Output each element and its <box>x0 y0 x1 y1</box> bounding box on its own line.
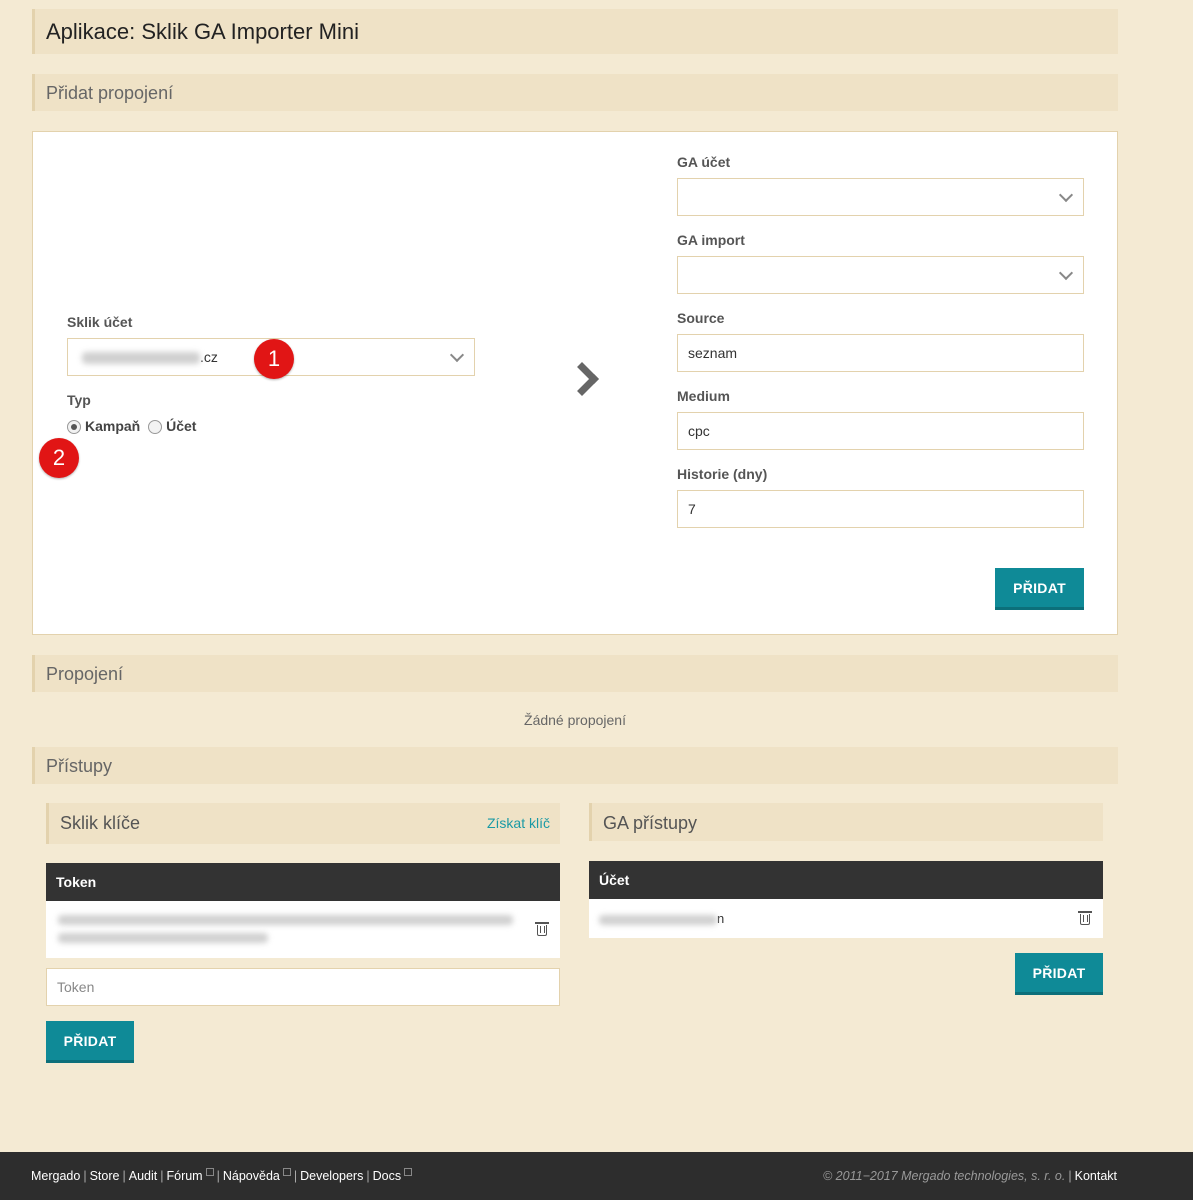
add-connection-title: Přidat propojení <box>46 83 174 103</box>
type-radio-campaign[interactable] <box>67 420 81 435</box>
sklik-account-suffix: .cz <box>200 349 218 365</box>
annotation-badge-1: 1 <box>254 339 294 379</box>
type-label: Typ <box>67 392 91 408</box>
app-title-bar: Aplikace: Sklik GA Importer Mini <box>32 9 1118 54</box>
ga-import-select[interactable] <box>677 256 1084 294</box>
connections-section-header: Propojení <box>32 655 1118 692</box>
history-days-input[interactable]: 7 <box>677 490 1084 528</box>
account-column-header: Účet <box>599 872 630 888</box>
chevron-down-icon <box>1058 265 1074 281</box>
add-connection-section-header: Přidat propojení <box>32 74 1118 111</box>
footer-link-docs[interactable]: Docs <box>373 1169 401 1183</box>
connections-title: Propojení <box>46 664 124 684</box>
ga-account-blurred-email <box>599 914 717 925</box>
type-radio-group: Kampaň Účet <box>67 418 197 435</box>
history-days-label: Historie (dny) <box>677 466 768 482</box>
sklik-keys-header: Sklik klíče Získat klíč <box>46 803 560 844</box>
token-input[interactable]: Token <box>46 968 560 1006</box>
sklik-keys-title: Sklik klíče <box>60 813 141 833</box>
footer-link-forum[interactable]: Fórum <box>166 1169 202 1183</box>
footer-right: © 2011−2017 Mergado technologies, s. r. … <box>823 1169 1117 1183</box>
token-blurred-value-line2 <box>58 933 268 943</box>
footer-link-store[interactable]: Store <box>90 1169 120 1183</box>
ga-access-title: GA přístupy <box>603 813 698 833</box>
ga-account-table-header: Účet <box>589 861 1103 899</box>
medium-input[interactable]: cpc <box>677 412 1084 450</box>
source-label: Source <box>677 310 725 326</box>
ga-account-select[interactable] <box>677 178 1084 216</box>
annotation-badge-2: 2 <box>39 438 79 478</box>
ga-account-suffix: n <box>717 911 725 926</box>
footer: Mergado | Store | Audit | Fórum | Nápověda | Devel… <box>0 1152 1193 1200</box>
get-key-link[interactable]: Získat klíč <box>487 815 550 831</box>
no-connections-text: Žádné propojení <box>524 712 626 728</box>
table-row: n <box>589 899 1103 938</box>
add-token-button[interactable]: PŘIDAT <box>46 1021 134 1063</box>
token-table-header: Token <box>46 863 560 901</box>
type-option-account-label: Účet <box>166 418 197 434</box>
chevron-down-icon <box>449 347 465 363</box>
ga-import-label: GA import <box>677 232 745 248</box>
footer-link-mergado[interactable]: Mergado <box>31 1169 80 1183</box>
medium-label: Medium <box>677 388 730 404</box>
add-ga-access-button[interactable]: PŘIDAT <box>1015 953 1103 995</box>
ga-account-label: GA účet <box>677 154 731 170</box>
token-blurred-value <box>58 915 513 925</box>
footer-links: Mergado | Store | Audit | Fórum | Nápověda | Devel… <box>31 1168 413 1183</box>
add-connection-button[interactable]: PŘIDAT <box>995 568 1084 610</box>
external-link-icon <box>282 1168 291 1176</box>
page-title: Aplikace: Sklik GA Importer Mini <box>46 19 359 44</box>
type-option-campaign-label: Kampaň <box>85 418 141 434</box>
external-link-icon <box>404 1168 413 1176</box>
footer-link-help[interactable]: Nápověda <box>223 1169 280 1183</box>
access-section-header: Přístupy <box>32 747 1118 784</box>
footer-link-audit[interactable]: Audit <box>129 1169 158 1183</box>
trash-icon[interactable] <box>1078 911 1092 925</box>
source-input[interactable]: seznam <box>677 334 1084 372</box>
footer-link-developers[interactable]: Developers <box>300 1169 363 1183</box>
external-link-icon <box>205 1168 214 1176</box>
footer-link-contact[interactable]: Kontakt <box>1075 1169 1117 1183</box>
copyright-text: © 2011−2017 Mergado technologies, s. r. … <box>823 1169 1066 1183</box>
sklik-account-blurred-email <box>82 352 200 365</box>
type-radio-account[interactable] <box>148 420 163 435</box>
trash-icon[interactable] <box>535 922 549 936</box>
sklik-account-label: Sklik účet <box>67 314 133 330</box>
ga-access-header: GA přístupy <box>589 803 1103 841</box>
token-column-header: Token <box>56 874 97 890</box>
chevron-down-icon <box>1058 187 1074 203</box>
access-title: Přístupy <box>46 756 113 776</box>
table-row <box>46 901 560 958</box>
